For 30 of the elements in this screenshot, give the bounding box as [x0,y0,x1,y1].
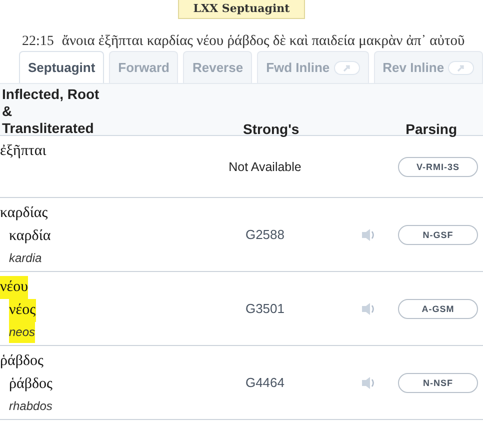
column-header: Parsing [404,121,458,138]
strongs-link[interactable]: G2588 [245,227,285,242]
external-link-icon [334,60,360,74]
transliteration: neos [9,322,36,343]
tab[interactable]: Septuagint [19,51,104,83]
parsing-button[interactable]: V-RMI-3S [398,156,478,176]
transliteration: kardia [9,250,42,267]
inflected-word: ἐξῆπται [0,142,46,161]
speaker-icon[interactable] [361,226,377,242]
parsing-button[interactable]: N-GSF [398,224,478,244]
verse-reference: 22:15 [22,34,54,50]
speaker-icon[interactable] [361,374,377,390]
inflected-word: νέου [0,276,28,299]
inflected-word: καρδίας [0,204,48,223]
external-link-icon [448,60,474,74]
parsing-button[interactable]: N-NSF [398,372,478,392]
strongs-link[interactable]: G4464 [245,375,285,390]
speaker-icon[interactable] [361,300,377,316]
column-header: Inflected, Root & Transliterated [1,85,100,138]
strongs-link[interactable]: G3501 [245,301,285,316]
column-header: Strong's [242,121,300,138]
root-word: καρδία [9,227,51,246]
parsing-button[interactable]: A-GSM [398,298,478,318]
inflected-word: ῥάβδος [0,352,44,371]
root-word: ῥάβδος [9,375,52,394]
root-word: νέος [9,299,36,322]
version-title: LXX Septuagint [178,0,305,19]
verse-text: ἄνοια ἐξῆπται καρδίας νέου ῥάβδος δὲ καὶ παιδεία μακρὰν ἀπ᾽ αὐτοῦ [62,33,465,50]
strongs-text: Not Available [228,160,302,174]
transliteration: rhabdos [9,398,52,415]
